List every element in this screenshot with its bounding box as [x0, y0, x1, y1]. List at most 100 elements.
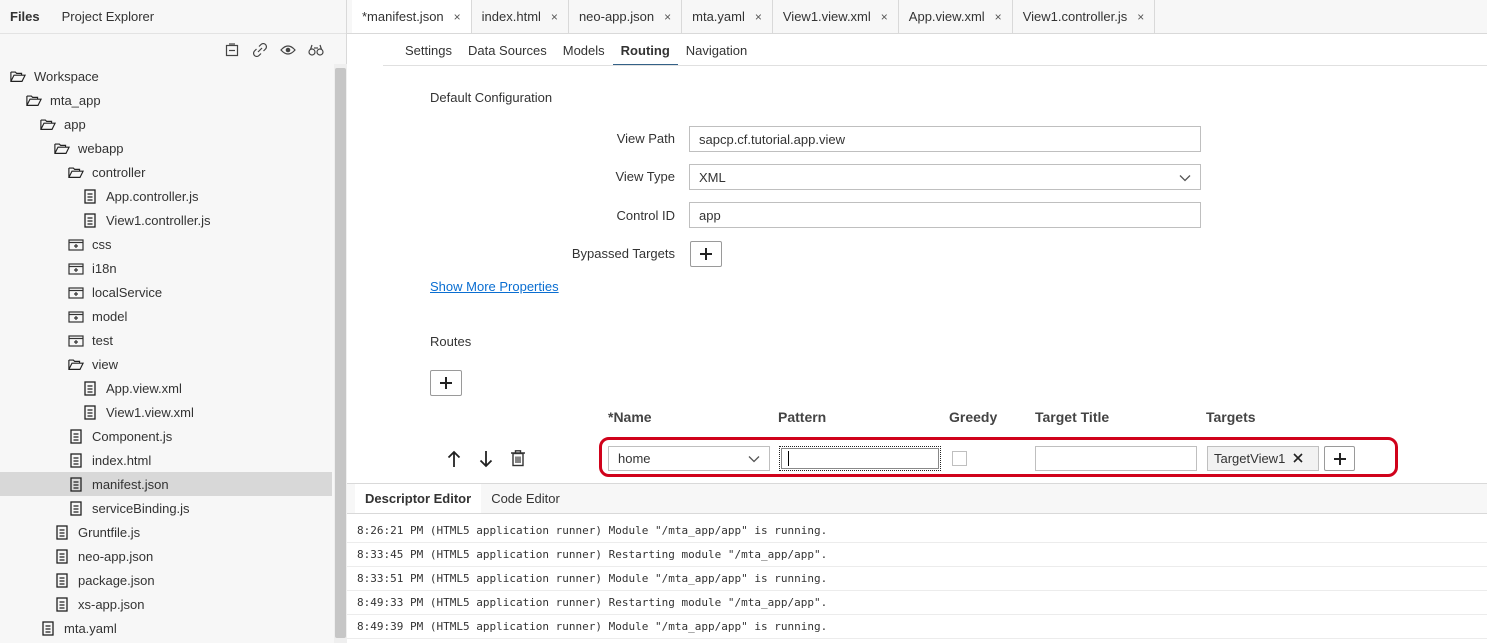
- editor-tab-label: View1.view.xml: [782, 9, 871, 24]
- close-icon[interactable]: ×: [454, 10, 461, 24]
- folder-closed-icon: [68, 260, 84, 276]
- tree-item[interactable]: i18n: [0, 256, 332, 280]
- scrollbar-thumb[interactable]: [335, 68, 346, 638]
- editor-tab[interactable]: neo-app.json ×: [568, 0, 683, 33]
- close-icon[interactable]: ×: [1137, 10, 1144, 24]
- tree-item[interactable]: Component.js: [0, 424, 332, 448]
- tree-item[interactable]: App.view.xml: [0, 376, 332, 400]
- console-line: 8:33:45 PM (HTML5 application runner) Re…: [347, 543, 1487, 567]
- sub-tab[interactable]: Data Sources: [460, 34, 555, 66]
- sub-tab[interactable]: Settings: [397, 34, 460, 66]
- control-id-input[interactable]: app: [689, 202, 1201, 228]
- tree-item[interactable]: View1.view.xml: [0, 400, 332, 424]
- tree-item[interactable]: neo-app.json: [0, 544, 332, 568]
- file-icon: [68, 500, 84, 516]
- tree-item[interactable]: mta_app: [0, 88, 332, 112]
- add-route-button[interactable]: [430, 370, 462, 396]
- descriptor-sub-tabs: Settings Data Sources Models Routing Navigat…: [397, 34, 755, 66]
- console-line: 8:33:51 PM (HTML5 application runner) Mo…: [347, 567, 1487, 591]
- tree-item-label: Component.js: [92, 428, 173, 444]
- tree-item-label: App.controller.js: [106, 188, 199, 204]
- tree-item[interactable]: index.html: [0, 448, 332, 472]
- tree-item-label: mta.yaml: [64, 620, 117, 636]
- tree-item[interactable]: model: [0, 304, 332, 328]
- sidebar-scrollbar[interactable]: [334, 64, 347, 643]
- view-path-label: View Path: [616, 131, 675, 146]
- trash-icon[interactable]: [508, 448, 528, 468]
- view-type-value: XML: [699, 169, 726, 185]
- file-icon: [82, 188, 98, 204]
- control-id-label: Control ID: [616, 208, 675, 223]
- tree-item[interactable]: serviceBinding.js: [0, 496, 332, 520]
- collapse-all-icon[interactable]: [224, 42, 240, 58]
- route-row-highlight: [599, 437, 1398, 477]
- tree-item[interactable]: xs-app.json: [0, 592, 332, 616]
- close-icon[interactable]: ×: [881, 10, 888, 24]
- tree-item-label: view: [92, 356, 119, 372]
- tree-item[interactable]: localService: [0, 280, 332, 304]
- close-icon[interactable]: ×: [755, 10, 762, 24]
- tree-item[interactable]: app: [0, 112, 332, 136]
- move-up-icon[interactable]: [444, 449, 464, 469]
- tab-project-explorer[interactable]: Project Explorer: [62, 9, 154, 24]
- tree-item[interactable]: controller: [0, 160, 332, 184]
- tree-toolbar: [224, 42, 324, 58]
- section-title-routes: Routes: [430, 334, 472, 349]
- tab-files[interactable]: Files: [10, 9, 40, 24]
- editor-tab[interactable]: App.view.xml ×: [898, 0, 1013, 33]
- folder-open-icon: [68, 356, 84, 372]
- eye-icon[interactable]: [280, 42, 296, 58]
- tree-item[interactable]: View1.controller.js: [0, 208, 332, 232]
- close-icon[interactable]: ×: [551, 10, 558, 24]
- tree-item-label: model: [92, 308, 128, 324]
- tree-item[interactable]: test: [0, 328, 332, 352]
- tab-code-editor[interactable]: Code Editor: [481, 484, 570, 513]
- close-icon[interactable]: ×: [664, 10, 671, 24]
- file-icon: [82, 404, 98, 420]
- column-header-greedy: Greedy: [949, 409, 998, 425]
- view-type-label: View Type: [615, 169, 675, 184]
- tree-item[interactable]: webapp: [0, 136, 332, 160]
- sub-tab[interactable]: Models: [555, 34, 613, 66]
- file-icon: [82, 380, 98, 396]
- tree-item[interactable]: package.json: [0, 568, 332, 592]
- column-header-targets: Targets: [1206, 409, 1256, 425]
- file-icon: [54, 572, 70, 588]
- link-icon[interactable]: [252, 42, 268, 58]
- divider: [383, 65, 1487, 66]
- tree-item[interactable]: Workspace: [0, 64, 332, 88]
- tree-item[interactable]: Gruntfile.js: [0, 520, 332, 544]
- folder-open-icon: [40, 116, 56, 132]
- editor-tab[interactable]: index.html ×: [471, 0, 569, 33]
- sub-tab[interactable]: Navigation: [678, 34, 755, 66]
- tree-item[interactable]: view: [0, 352, 332, 376]
- tree-item[interactable]: App.controller.js: [0, 184, 332, 208]
- view-type-select[interactable]: XML: [689, 164, 1201, 190]
- file-icon: [54, 524, 70, 540]
- tab-descriptor-editor[interactable]: Descriptor Editor: [355, 484, 482, 513]
- editor-tab[interactable]: View1.controller.js ×: [1012, 0, 1156, 33]
- tree-item[interactable]: manifest.json: [0, 472, 332, 496]
- view-path-input[interactable]: sapcp.cf.tutorial.app.view: [689, 126, 1201, 152]
- binoculars-icon[interactable]: [308, 42, 324, 58]
- tree-item-label: app: [64, 116, 86, 132]
- tree-item[interactable]: css: [0, 232, 332, 256]
- show-more-properties-link[interactable]: Show More Properties: [430, 279, 559, 294]
- file-icon: [54, 548, 70, 564]
- close-icon[interactable]: ×: [995, 10, 1002, 24]
- sub-tab[interactable]: Routing: [612, 34, 678, 66]
- folder-closed-icon: [68, 308, 84, 324]
- move-down-icon[interactable]: [476, 449, 496, 469]
- sidebar-tabs: Files Project Explorer: [0, 0, 346, 34]
- editor-tab[interactable]: *manifest.json ×: [352, 0, 472, 33]
- add-bypassed-target-button[interactable]: [690, 241, 722, 267]
- file-tree: Workspace mta_appapp webapp controller App.c…: [0, 64, 332, 640]
- editor-tab[interactable]: View1.view.xml ×: [772, 0, 899, 33]
- tree-item[interactable]: mta.yaml: [0, 616, 332, 640]
- editor-tab[interactable]: mta.yaml ×: [682, 0, 773, 33]
- tree-item-label: xs-app.json: [78, 596, 145, 612]
- tree-item-label: neo-app.json: [78, 548, 154, 564]
- file-explorer-sidebar: Files Project Explorer Workspace mta_appa…: [0, 0, 347, 643]
- folder-closed-icon: [68, 332, 84, 348]
- file-icon: [68, 428, 84, 444]
